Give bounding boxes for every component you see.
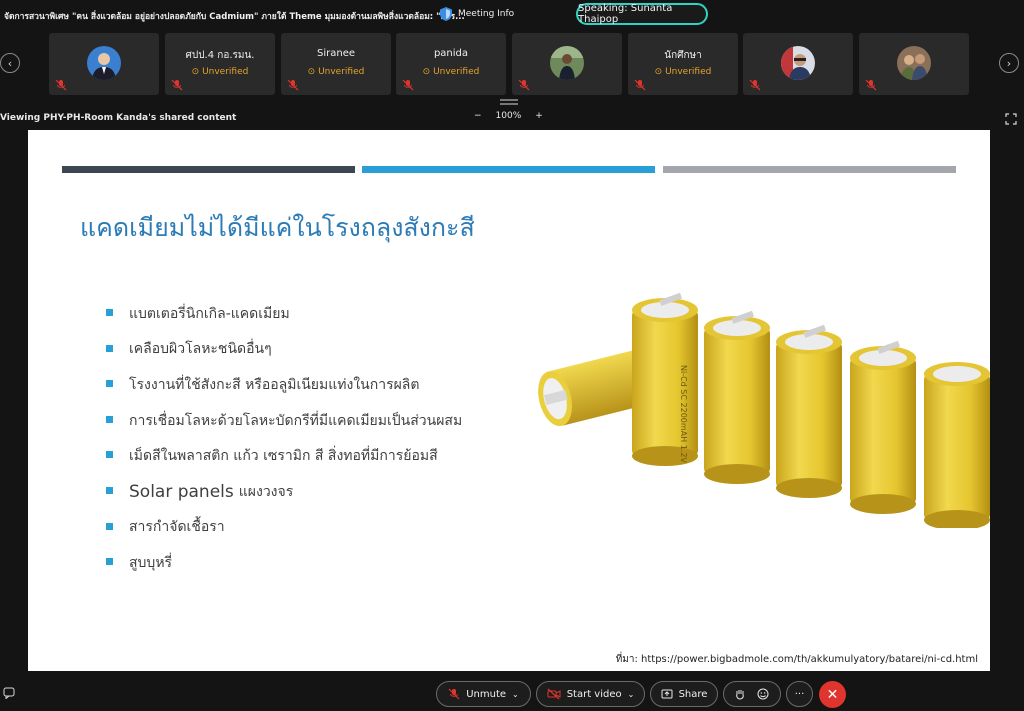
meeting-info-button[interactable]: Meeting Info: [440, 7, 514, 21]
share-button[interactable]: Share: [650, 681, 718, 707]
bullet-item: การเชื่อมโลหะด้วยโลหะบัดกรีที่มีแคดเมียม…: [106, 403, 462, 439]
strip-next-button[interactable]: ›: [999, 53, 1019, 73]
muted-mic-icon: [634, 79, 646, 91]
chat-icon[interactable]: [3, 687, 15, 699]
battery-image: Ni-Cd SC 2200mAH 1.2V: [538, 292, 990, 528]
raise-hand-icon[interactable]: [735, 688, 745, 700]
participant-name: ศปป.4 กอ.รมน.: [185, 50, 255, 61]
bullet-item: แบตเตอรี่นิกเกิล-แคดเมียม: [106, 296, 462, 332]
participant-tile[interactable]: ศปป.4 กอ.รมน. Unverified: [165, 33, 275, 95]
battery-label: Ni-Cd SC 2200mAH 1.2V: [679, 365, 688, 463]
reactions-group: [723, 681, 781, 707]
bullet-item: โรงงานที่ใช้สังกะสี หรืออลูมิเนียมแท่งใน…: [106, 367, 462, 403]
avatar: [87, 46, 121, 80]
shared-slide: แคดเมียมไม่ได้มีแค่ในโรงถลุงสังกะสี แบตเ…: [28, 130, 990, 671]
unmute-button[interactable]: Unmute ⌄: [436, 681, 531, 707]
chevron-down-icon[interactable]: ⌄: [512, 690, 519, 699]
header-bar: [663, 166, 956, 173]
participant-name: panida: [433, 48, 469, 59]
unverified-badge: Unverified: [396, 67, 506, 77]
muted-mic-icon: [865, 79, 877, 91]
participant-name: นักศึกษา: [664, 50, 702, 61]
bullet-item: เคลือบผิวโลหะชนิดอื่นๆ: [106, 332, 462, 368]
muted-mic-icon: [518, 79, 530, 91]
participant-tile[interactable]: [512, 33, 622, 95]
chevron-down-icon[interactable]: ⌄: [628, 690, 635, 699]
share-screen-icon: [661, 689, 673, 699]
header-bar: [362, 166, 655, 173]
zoom-controls: − 100% +: [474, 111, 543, 121]
bullet-item: สูบบุหรี่: [106, 545, 462, 581]
participant-tile[interactable]: [859, 33, 969, 95]
more-options-button[interactable]: ···: [786, 681, 813, 707]
source-citation: ที่มา: https://power.bigbadmole.com/th/a…: [615, 654, 978, 665]
share-label: Share: [678, 688, 708, 700]
bullet-item: Solar panels แผงวงจร: [106, 474, 462, 510]
start-video-label: Start video: [566, 688, 622, 700]
zoom-out-button[interactable]: −: [474, 111, 482, 121]
slide-title: แคดเมียมไม่ได้มีแค่ในโรงถลุงสังกะสี: [80, 213, 475, 242]
strip-prev-button[interactable]: ‹: [0, 53, 20, 73]
bullet-list: แบตเตอรี่นิกเกิล-แคดเมียม เคลือบผิวโลหะช…: [106, 296, 462, 581]
video-off-icon: [547, 688, 561, 700]
leave-meeting-button[interactable]: ✕: [819, 681, 846, 708]
participant-tile[interactable]: [743, 33, 853, 95]
chevron-left-icon: ‹: [7, 56, 13, 70]
participant-name: Siranee: [316, 48, 355, 59]
unverified-badge: Unverified: [281, 67, 391, 77]
unverified-badge: Unverified: [628, 67, 738, 77]
muted-mic-icon: [171, 79, 183, 91]
bullet-item: เม็ดสีในพลาสติก แก้ว เซรามิก สี สิ่งทอที…: [106, 438, 462, 474]
top-bar: จัดการสวนาพิเศษ "คน สิ่งแวดล้อม อยู่อย่า…: [0, 0, 1024, 30]
muted-mic-icon: [448, 688, 460, 700]
close-icon: ✕: [826, 686, 839, 703]
muted-mic-icon: [287, 79, 299, 91]
participant-tile[interactable]: panida Unverified: [396, 33, 506, 95]
unverified-badge: Unverified: [165, 67, 275, 77]
emoji-reaction-icon[interactable]: [757, 688, 769, 700]
speaking-indicator: Speaking: Sunanta Thaipop: [576, 3, 708, 25]
avatar: [550, 46, 584, 80]
zoom-level: 100%: [495, 111, 522, 121]
fullscreen-icon[interactable]: [1005, 113, 1017, 125]
meeting-info-label: Meeting Info: [458, 9, 515, 19]
meeting-title: จัดการสวนาพิเศษ "คน สิ่งแวดล้อม อยู่อย่า…: [4, 12, 465, 22]
avatar: [781, 46, 815, 80]
meeting-controls: Unmute ⌄ Start video ⌄ Share ··· ✕: [0, 677, 1024, 711]
avatar: [897, 46, 931, 80]
bullet-sub-text: แผงวงจร: [238, 483, 294, 500]
muted-mic-icon: [55, 79, 67, 91]
participant-tile[interactable]: Siranee Unverified: [281, 33, 391, 95]
resize-handle[interactable]: [500, 99, 518, 105]
shield-icon: [440, 7, 452, 21]
bullet-main-text: Solar panels: [129, 481, 234, 502]
start-video-button[interactable]: Start video ⌄: [536, 681, 645, 707]
unmute-label: Unmute: [466, 688, 507, 700]
chevron-right-icon: ›: [1006, 56, 1012, 70]
participant-tile[interactable]: [49, 33, 159, 95]
zoom-in-button[interactable]: +: [535, 111, 543, 121]
muted-mic-icon: [402, 79, 414, 91]
muted-mic-icon: [749, 79, 761, 91]
participant-tile[interactable]: นักศึกษา Unverified: [628, 33, 738, 95]
bullet-item: สารกำจัดเชื้อรา: [106, 510, 462, 546]
participant-strip: ‹ ศปป.4 กอ.รมน. Unverified Siranee Unver…: [0, 33, 1024, 95]
viewing-label: Viewing PHY-PH-Room Kanda's shared conte…: [0, 113, 237, 123]
header-bar: [62, 166, 355, 173]
more-icon: ···: [794, 688, 805, 700]
